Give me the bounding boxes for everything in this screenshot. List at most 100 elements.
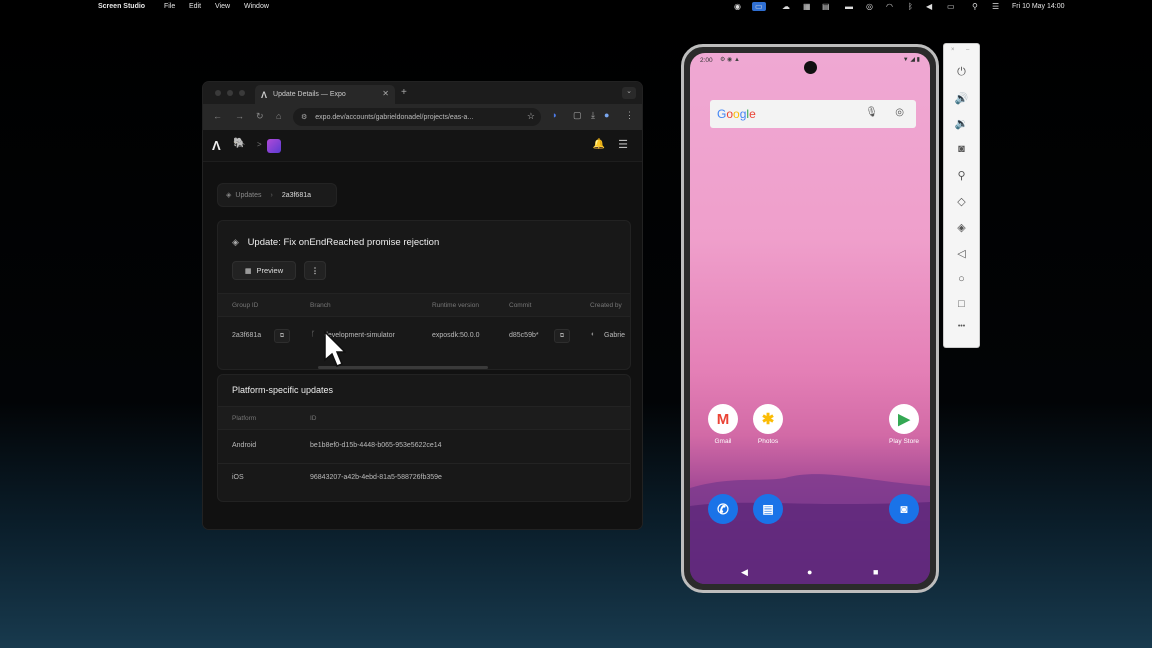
nav-recents-icon[interactable]: ■ [873, 567, 878, 577]
microphone-icon[interactable]: 🎙 [865, 107, 878, 118]
phone-time: 2:00 [700, 57, 713, 64]
android-update-id[interactable]: be1b8ef0-d15b-4448-b065-953e5622ce14 [310, 442, 442, 449]
menu-file[interactable]: File [164, 3, 175, 10]
profile-avatar-icon[interactable]: ● [604, 110, 609, 120]
nav-back-icon[interactable]: ◀ [741, 567, 748, 578]
minimize-window-button[interactable] [227, 90, 233, 96]
more-options-button[interactable]: ⋮ [304, 261, 326, 280]
panel-collapse-icon[interactable]: × [951, 47, 955, 53]
google-logo-g2: g [739, 107, 747, 121]
menu-window[interactable]: Window [244, 3, 269, 10]
page-content: ◈ Updates › 2a3f681a ◈ Update: Fix onEnd… [203, 162, 642, 529]
photos-label[interactable]: Photos [743, 438, 793, 445]
downloads-icon[interactable]: ⤓ [591, 110, 595, 121]
site-info-icon[interactable]: ⚙ [301, 113, 307, 121]
control-center-icon[interactable]: ☰ [992, 2, 999, 11]
notifications-bell-icon[interactable]: 🔔 [593, 139, 605, 150]
close-window-button[interactable] [215, 90, 221, 96]
record-icon[interactable]: ◉ [734, 2, 741, 11]
breadcrumb-updates-link[interactable]: Updates [235, 192, 261, 199]
menu-clock[interactable]: Fri 10 May 14:00 [1012, 3, 1065, 10]
play-store-icon[interactable]: ▶ [889, 404, 919, 434]
project-avatar-icon[interactable] [267, 139, 281, 153]
power-icon[interactable]: ⏻ [944, 66, 979, 79]
google-search-widget[interactable]: Google 🎙 ◎ [710, 100, 916, 128]
battery-icon[interactable]: ▭ [947, 2, 955, 11]
gmail-icon[interactable]: M [708, 404, 738, 434]
expo-logo-icon[interactable]: Λ [212, 138, 221, 153]
tab-update-details[interactable]: Λ Update Details — Expo ✕ [255, 85, 395, 104]
google-logo-g: G [717, 107, 727, 121]
expo-favicon-icon: Λ [261, 89, 268, 100]
volume-icon[interactable]: ◀ [926, 2, 932, 11]
breadcrumb: ◈ Updates › 2a3f681a [217, 183, 337, 207]
commit-value: d85c59b* [509, 332, 539, 339]
copy-commit-button[interactable]: ⧉ [554, 329, 570, 343]
wifi-icon[interactable]: ◠ [886, 2, 893, 11]
chevron-right-icon: > [257, 140, 262, 149]
expo-app-header: Λ 🐘 > 🔔 ☰ [203, 130, 642, 162]
preview-button[interactable]: ▦ Preview [232, 261, 296, 280]
search-icon[interactable]: ⚲ [972, 2, 978, 11]
tab-search-button[interactable]: ⌄ [622, 87, 636, 99]
breadcrumb-current: 2a3f681a [281, 191, 312, 199]
updates-icon: ◈ [226, 192, 232, 199]
screen-studio-tray-icon[interactable]: ▭ [752, 2, 766, 11]
overview-icon[interactable]: □ [944, 298, 979, 310]
update-title: ◈ Update: Fix onEndReached promise rejec… [232, 237, 439, 248]
gmail-label[interactable]: Gmail [698, 438, 748, 445]
bookmark-star-icon[interactable]: ☆ [527, 111, 535, 122]
camera-icon[interactable]: ◙ [889, 494, 919, 524]
keyboard-icon[interactable]: ▤ [822, 2, 830, 11]
bluetooth-icon[interactable]: ᛒ [908, 2, 913, 11]
google-lens-icon[interactable]: ◎ [895, 107, 904, 118]
header-branch: Branch [310, 302, 331, 309]
ios-update-id[interactable]: 96843207-a42b-4ebd-81a5-588726fb359e [310, 474, 442, 481]
new-tab-button[interactable]: + [401, 87, 407, 98]
display-icon[interactable]: ▬ [845, 2, 853, 11]
phone-icon[interactable]: ✆ [708, 494, 738, 524]
volume-down-icon[interactable]: 🔉 [944, 117, 979, 130]
more-icon[interactable]: ••• [944, 323, 979, 330]
menu-app-name[interactable]: Screen Studio [98, 3, 145, 10]
back-icon[interactable]: ◁ [944, 247, 979, 260]
group-id-value: 2a3f681a [232, 332, 262, 339]
focus-icon[interactable]: ◎ [866, 2, 873, 11]
copy-group-id-button[interactable]: ⧉ [274, 329, 290, 343]
home-icon[interactable]: ⌂ [276, 111, 281, 121]
platform-section-title: Platform-specific updates [232, 385, 334, 395]
sync-icon[interactable]: ☁ [782, 2, 790, 11]
grid-icon[interactable]: ▦ [803, 2, 811, 11]
account-avatar-icon[interactable]: 🐘 [233, 138, 245, 149]
extension-icon[interactable]: ◗ [552, 110, 557, 120]
google-logo-o2: o [733, 107, 740, 121]
extensions-puzzle-icon[interactable]: ▢ [573, 110, 582, 121]
screenshot-icon[interactable]: ◙ [944, 143, 979, 155]
zoom-icon[interactable]: ⚲ [944, 169, 979, 182]
browser-menu-icon[interactable]: ⋮ [625, 110, 634, 121]
hamburger-menu-icon[interactable]: ☰ [618, 138, 628, 151]
menu-edit[interactable]: Edit [189, 3, 201, 10]
reload-icon[interactable]: ↻ [256, 111, 264, 122]
signal-battery-icons: ▼ ◢ ▮ [902, 57, 920, 63]
panel-minimize-icon[interactable]: – [966, 47, 969, 53]
photos-icon[interactable]: ✱ [753, 404, 783, 434]
menu-bar: Screen Studio File Edit View Window ◉ ▭ … [0, 0, 1152, 14]
rotate-left-icon[interactable]: ◇ [944, 195, 979, 208]
forward-icon[interactable]: → [235, 111, 244, 121]
browser-toolbar: ← → ↻ ⌂ ⚙ expo.dev/accounts/gabrieldonad… [203, 104, 642, 130]
messages-icon[interactable]: ▤ [753, 494, 783, 524]
nav-home-icon[interactable]: ● [807, 567, 812, 577]
maximize-window-button[interactable] [239, 90, 245, 96]
phone-screen[interactable]: 2:00 ⚙ ◉ ▲ ▼ ◢ ▮ Google 🎙 ◎ M Gmail ✱ Ph… [690, 53, 930, 584]
chevron-right-icon: › [270, 191, 273, 199]
volume-up-icon[interactable]: 🔊 [944, 92, 979, 105]
rotate-right-icon[interactable]: ◈ [944, 221, 979, 234]
back-icon[interactable]: ← [213, 111, 222, 121]
url-text[interactable]: expo.dev/accounts/gabrieldonadel/project… [315, 114, 473, 121]
home-icon[interactable]: ○ [944, 273, 979, 285]
close-tab-icon[interactable]: ✕ [382, 89, 389, 98]
address-bar[interactable]: ⚙ expo.dev/accounts/gabrieldonadel/proje… [293, 108, 541, 126]
menu-view[interactable]: View [215, 3, 230, 10]
play-store-label[interactable]: Play Store [879, 438, 929, 445]
